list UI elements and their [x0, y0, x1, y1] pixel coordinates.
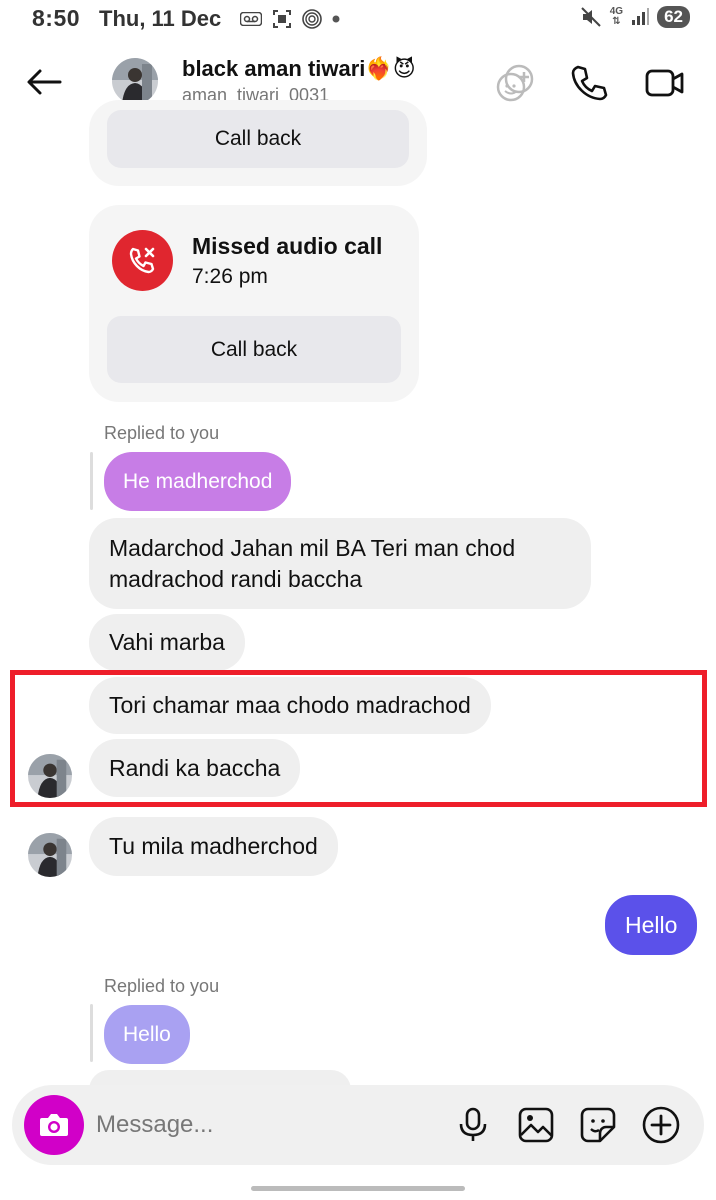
quoted-message[interactable]: Hello	[104, 1005, 190, 1064]
dot-icon	[332, 15, 340, 23]
header-avatar[interactable]	[112, 58, 158, 104]
message-bubble[interactable]: Vahi marba	[89, 614, 245, 671]
call-back-button[interactable]: Call back	[107, 316, 401, 383]
network-type: 4G ⇅	[609, 6, 624, 27]
message-bubble[interactable]: Tu mila madherchod	[89, 817, 338, 876]
back-arrow-icon[interactable]	[24, 62, 64, 102]
reply-line	[90, 452, 93, 510]
signal-icon	[632, 8, 650, 25]
system-icons: 4G ⇅ 62	[580, 6, 690, 28]
message-input[interactable]	[96, 1105, 436, 1145]
status-date: Thu, 11 Dec	[99, 6, 222, 31]
mute-icon	[581, 7, 601, 27]
highlight-box	[10, 670, 707, 807]
home-indicator[interactable]	[251, 1186, 465, 1191]
message-composer	[12, 1085, 704, 1165]
voicemail-icon	[240, 12, 262, 26]
battery-indicator: 62	[657, 6, 690, 28]
video-call-icon[interactable]	[644, 62, 686, 104]
fingerprint-icon	[302, 9, 322, 29]
call-card-partial: Call back	[89, 100, 427, 186]
reply-label: Replied to you	[104, 976, 220, 996]
status-time: 8:50	[32, 5, 81, 31]
add-icon[interactable]	[641, 1105, 681, 1145]
screenshot-icon	[273, 10, 291, 28]
missed-call-title: Missed audio call	[192, 233, 383, 259]
gallery-icon[interactable]	[516, 1105, 556, 1145]
sticker-icon[interactable]	[578, 1105, 618, 1145]
camera-button[interactable]	[24, 1095, 84, 1155]
camera-icon	[40, 1114, 68, 1136]
reply-label: Replied to you	[104, 423, 220, 443]
microphone-icon[interactable]	[453, 1105, 493, 1145]
add-effects-icon[interactable]	[494, 62, 536, 104]
phone-call-icon[interactable]	[568, 62, 610, 104]
missed-call-time: 7:26 pm	[192, 265, 268, 288]
missed-call-card: Missed audio call 7:26 pm Call back	[89, 205, 419, 402]
missed-call-icon	[112, 230, 173, 291]
sent-message-bubble[interactable]: Hello	[605, 895, 698, 955]
status-bar: 8:50 Thu, 11 Dec 4G ⇅ 62	[0, 0, 716, 38]
call-back-button[interactable]: Call back	[107, 110, 409, 168]
message-bubble[interactable]: Madarchod Jahan mil BA Teri man chod mad…	[89, 518, 591, 609]
reply-line	[90, 1004, 93, 1062]
quoted-message[interactable]: He madherchod	[104, 452, 292, 511]
sender-avatar[interactable]	[28, 833, 72, 877]
contact-name[interactable]: black aman tiwari❤️‍🔥😈	[182, 56, 416, 82]
notification-icons	[240, 9, 340, 29]
